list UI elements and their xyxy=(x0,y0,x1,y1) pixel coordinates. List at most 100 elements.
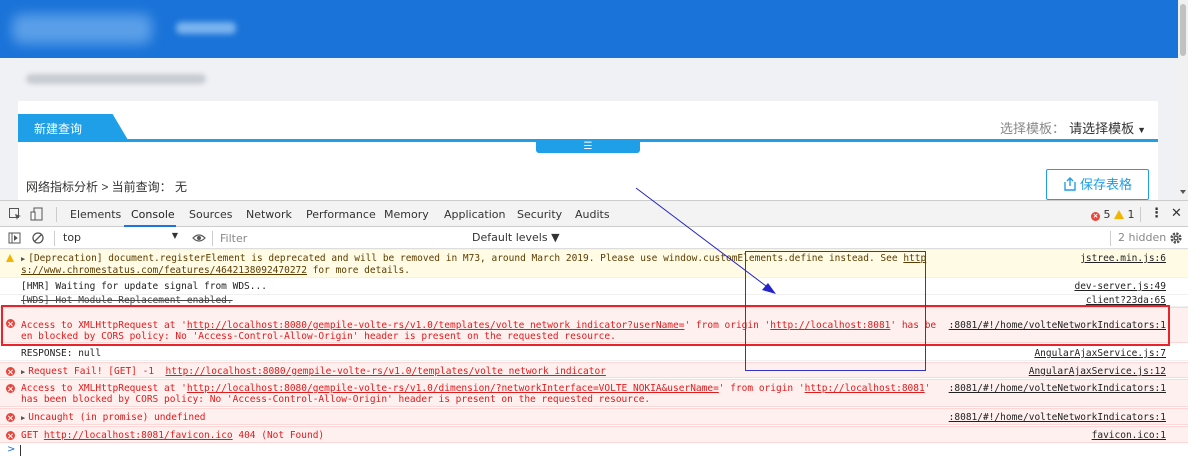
message-source-link[interactable]: :8081/#!/home/volteNetworkIndicators:1 xyxy=(949,412,1166,423)
console-message-error[interactable]: Access to XMLHttpRequest at 'http://loca… xyxy=(0,307,1188,343)
message-link[interactable]: http://localhost:8081 xyxy=(805,383,925,394)
gear-icon[interactable] xyxy=(1169,231,1183,245)
warning-count: 1 xyxy=(1127,208,1135,221)
app-viewport: 新建查询 ☰ 选择模板： 请选择模板 ▼ 网络指标分析 > 当前查询： 无 保存表格 xyxy=(0,0,1178,200)
filterbar-separator xyxy=(1110,231,1111,246)
console-message-error[interactable]: ▶ Uncaught (in promise) undefined :8081/#… xyxy=(0,408,1188,425)
blurred-subtitle xyxy=(176,22,236,34)
tab-elements[interactable]: Elements xyxy=(70,208,121,221)
error-count-icon: × xyxy=(1091,212,1100,221)
message-source-link[interactable]: :8081/#!/home/volteNetworkIndicators:1 xyxy=(949,383,1166,394)
message-link[interactable]: http://localhost:8080/gempile-volte-rs/v… xyxy=(187,320,685,331)
log-levels-select[interactable]: Default levels ▼ xyxy=(472,231,560,244)
message-link[interactable]: http://localhost:8081 xyxy=(770,320,890,331)
message-link[interactable]: http://localhost:8081/favicon.ico xyxy=(44,430,233,441)
template-label: 选择模板： xyxy=(1000,121,1066,136)
share-icon xyxy=(1064,177,1076,191)
scrollbar-thumb[interactable] xyxy=(1180,4,1186,56)
blurred-logo xyxy=(12,14,152,44)
device-toggle-icon[interactable] xyxy=(30,207,44,221)
message-text: ▶ [Deprecation] document.registerElement … xyxy=(21,253,941,276)
context-value: top xyxy=(63,231,82,244)
scroll-down-icon[interactable] xyxy=(1180,190,1186,194)
message-source-link[interactable]: AngularAjaxService.js:7 xyxy=(1034,348,1166,359)
message-text: GET http://localhost:8081/favicon.ico 40… xyxy=(21,430,941,441)
warning-icon xyxy=(6,254,14,265)
message-text-part: Access to XMLHttpRequest at ' xyxy=(21,383,187,394)
clear-console-icon[interactable] xyxy=(31,231,45,245)
message-text: [WDS] Hot Module Replacement enabled. xyxy=(21,295,233,306)
message-source-link[interactable]: client?23da:65 xyxy=(1086,295,1166,306)
expand-arrow-icon[interactable]: ▶ xyxy=(21,255,25,263)
sidebar-toggle-icon[interactable] xyxy=(8,231,22,245)
message-text: [HMR] Waiting for update signal from WDS… xyxy=(21,281,267,292)
message-source-link[interactable]: dev-server.js:49 xyxy=(1074,281,1166,292)
tab-memory[interactable]: Memory xyxy=(384,208,429,221)
filterbar-separator xyxy=(212,231,213,246)
message-text-part: Request Fail! [GET] -1 xyxy=(28,366,166,377)
tab-network[interactable]: Network xyxy=(246,208,292,221)
message-text: RESPONSE: null xyxy=(21,348,102,359)
console-filterbar: top ▼ Default levels ▼ 2 hidden xyxy=(0,227,1188,249)
context-select[interactable]: top ▼ xyxy=(63,231,178,244)
console-message-error[interactable]: Access to XMLHttpRequest at 'http://loca… xyxy=(0,379,1188,407)
tab-new-query-label: 新建查询 xyxy=(34,122,83,136)
message-text-part: ' from origin ' xyxy=(684,320,771,331)
console-message-error[interactable]: ▶ Request Fail! [GET] -1 http://localhost… xyxy=(0,362,1188,378)
console-prompt[interactable]: > xyxy=(0,443,1188,459)
message-link[interactable]: http://localhost:8080/gempile-volte-rs/v… xyxy=(166,366,606,377)
app-scrollbar[interactable] xyxy=(1178,0,1188,200)
message-text-part: for more details. xyxy=(306,265,410,276)
message-text: ▶ Uncaught (in promise) undefined xyxy=(21,412,941,424)
message-source-link[interactable]: favicon.ico:1 xyxy=(1092,430,1166,441)
tab-security[interactable]: Security xyxy=(517,208,562,221)
menu-icon: ☰ xyxy=(583,141,593,152)
filter-input[interactable] xyxy=(220,230,465,246)
error-count: 5 xyxy=(1103,208,1111,221)
close-icon[interactable]: ✕ xyxy=(1171,206,1182,221)
template-select[interactable]: 选择模板： 请选择模板 ▼ xyxy=(1000,118,1146,137)
expand-arrow-icon[interactable]: ▶ xyxy=(21,414,25,422)
save-table-button[interactable]: 保存表格 xyxy=(1046,169,1149,200)
more-menu-icon[interactable]: ⋮ xyxy=(1150,206,1163,221)
blurred-breadcrumb xyxy=(26,74,206,84)
message-source-link[interactable]: :8081/#!/home/volteNetworkIndicators:1 xyxy=(949,320,1166,331)
tab-application[interactable]: Application xyxy=(444,208,505,221)
message-text-part: ' from origin ' xyxy=(718,383,805,394)
caret-down-icon: ▼ xyxy=(1137,125,1146,135)
tabbar-separator xyxy=(56,207,57,222)
issue-counters[interactable]: × 5 1 xyxy=(1091,208,1135,221)
message-text-part: 404 (Not Found) xyxy=(232,430,325,441)
tab-sources[interactable]: Sources xyxy=(189,208,233,221)
message-text-part: GET xyxy=(21,430,44,441)
prompt-chevron-icon: > xyxy=(7,444,16,455)
tab-performance[interactable]: Performance xyxy=(306,208,376,221)
devtools-tabbar: Elements Console Sources Network Perform… xyxy=(0,200,1188,227)
tab-console[interactable]: Console xyxy=(131,208,175,221)
console-message-error[interactable]: GET http://localhost:8081/favicon.ico 40… xyxy=(0,426,1188,443)
message-text: Access to XMLHttpRequest at 'http://loca… xyxy=(21,320,941,342)
message-source-link[interactable]: AngularAjaxService.js:12 xyxy=(1029,366,1166,377)
error-icon xyxy=(6,431,15,443)
collapse-handle[interactable]: ☰ xyxy=(536,141,640,153)
text-caret xyxy=(20,445,21,456)
save-table-label: 保存表格 xyxy=(1080,177,1133,192)
query-panel: 新建查询 ☰ 选择模板： 请选择模板 ▼ 网络指标分析 > 当前查询： 无 保存表格 xyxy=(18,101,1158,200)
warning-count-icon xyxy=(1114,210,1124,219)
message-source-link[interactable]: jstree.min.js:6 xyxy=(1080,253,1166,264)
caret-down-icon: ▼ xyxy=(171,231,178,240)
console-message-info: [HMR] Waiting for update signal from WDS… xyxy=(0,278,1188,295)
message-text-part: Access to XMLHttpRequest at ' xyxy=(21,320,187,331)
message-text: Access to XMLHttpRequest at 'http://loca… xyxy=(21,383,941,405)
console-message-info: [WDS] Hot Module Replacement enabled. cl… xyxy=(0,295,1188,307)
tabbar-separator xyxy=(1140,207,1141,222)
message-link[interactable]: http://localhost:8080/gempile-volte-rs/v… xyxy=(187,383,719,394)
error-icon xyxy=(6,367,15,379)
expand-arrow-icon[interactable]: ▶ xyxy=(21,368,25,376)
eye-icon[interactable] xyxy=(192,231,206,245)
tab-new-query[interactable]: 新建查询 xyxy=(18,114,128,140)
inspect-icon[interactable] xyxy=(8,207,22,221)
console-message-warning[interactable]: ▶ [Deprecation] document.registerElement … xyxy=(0,249,1188,278)
tab-audits[interactable]: Audits xyxy=(575,208,610,221)
error-icon xyxy=(6,384,15,396)
